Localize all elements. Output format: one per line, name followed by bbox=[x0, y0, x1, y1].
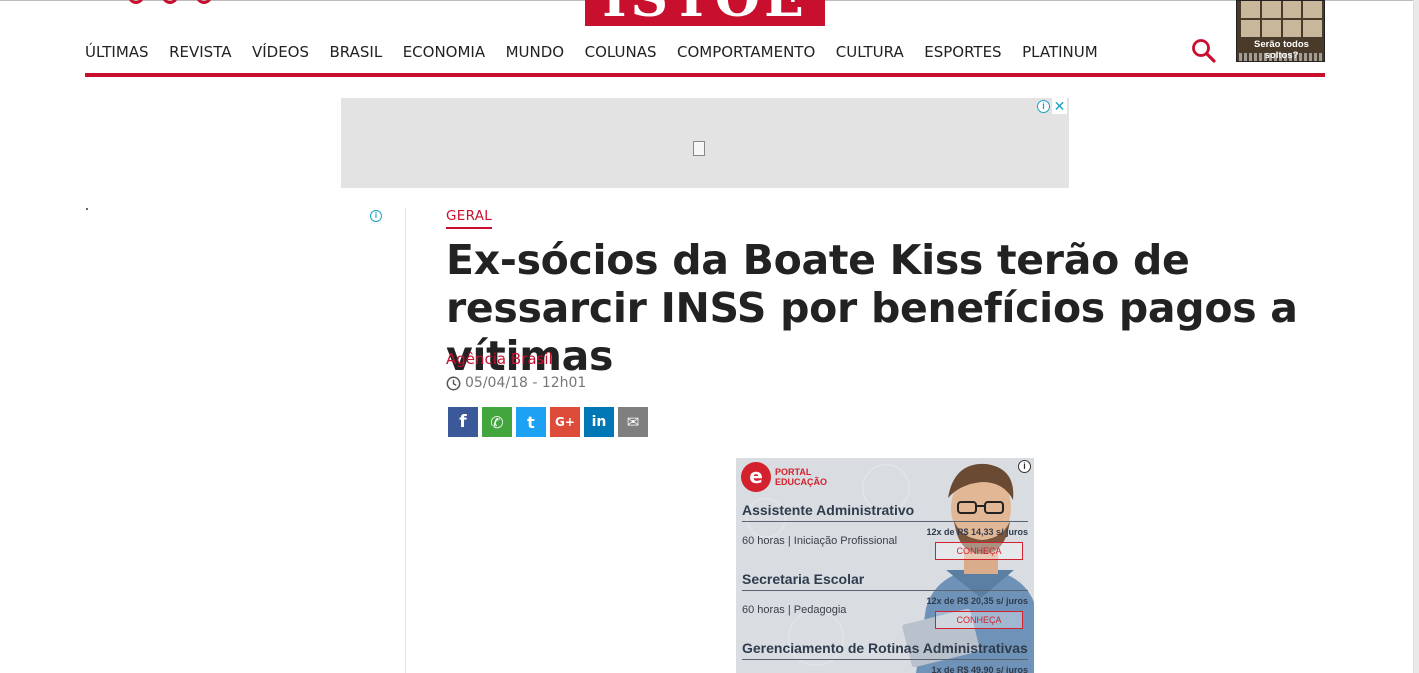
course-ad-info-icon[interactable]: i bbox=[1018, 460, 1031, 473]
article-date-text: 05/04/18 - 12h01 bbox=[465, 375, 587, 391]
search-button[interactable] bbox=[1190, 37, 1218, 65]
twitter-social-icon[interactable] bbox=[162, 0, 178, 4]
instagram-social-icon[interactable] bbox=[196, 0, 212, 4]
twitter-icon: t bbox=[527, 412, 535, 432]
social-links bbox=[128, 0, 212, 4]
email-icon: ✉ bbox=[626, 413, 640, 431]
sidebar-ad-info-icon[interactable]: i bbox=[370, 210, 382, 222]
course-title: Gerenciamento de Rotinas Administrativas bbox=[742, 640, 1028, 660]
top-banner-ad[interactable]: i ✕ bbox=[341, 98, 1069, 188]
article-headline: Ex-sócios da Boate Kiss terão de ressarc… bbox=[446, 236, 1298, 380]
facebook-social-icon[interactable] bbox=[128, 0, 144, 4]
portal-educacao-logo-text: PORTAL EDUCAÇÃO bbox=[775, 467, 828, 487]
site-logo-text: ISTOÉ bbox=[585, 0, 825, 26]
nav-item-cultura[interactable]: CULTURA bbox=[836, 40, 904, 64]
course-price: 1x de R$ 49,90 s/ juros bbox=[931, 665, 1028, 673]
course-meta: 60 horas | Iniciação Profissional bbox=[742, 535, 898, 547]
main-nav: ÚLTIMAS REVISTA VÍDEOS BRASIL ECONOMIA M… bbox=[85, 40, 1118, 64]
share-linkedin-button[interactable]: in bbox=[584, 407, 614, 437]
article-author[interactable]: Agência Brasil bbox=[446, 350, 553, 368]
course-meta: 60 horas | Pedagogia bbox=[742, 604, 847, 616]
course-title: Secretaria Escolar bbox=[742, 571, 1028, 591]
nav-item-economia[interactable]: ECONOMIA bbox=[403, 40, 485, 64]
googleplus-icon: G+ bbox=[555, 415, 575, 429]
article-date: 05/04/18 - 12h01 bbox=[446, 375, 586, 391]
facebook-icon: f bbox=[459, 412, 467, 432]
cover-subtext bbox=[1239, 53, 1324, 61]
clock-icon bbox=[446, 376, 461, 390]
nav-item-videos[interactable]: VÍDEOS bbox=[252, 40, 309, 64]
nav-item-colunas[interactable]: COLUNAS bbox=[585, 40, 657, 64]
course-price: 12x de R$ 14,33 s/ juros bbox=[926, 527, 1028, 537]
broken-image-icon bbox=[693, 141, 705, 156]
course-price: 12x de R$ 20,35 s/ juros bbox=[926, 596, 1028, 606]
course-conheca-button[interactable]: CONHEÇA bbox=[935, 542, 1023, 560]
cover-photo-grid bbox=[1241, 1, 1322, 37]
whatsapp-icon: ✆ bbox=[490, 412, 504, 432]
course-item[interactable]: Assistente Administrativo 60 horas | Ini… bbox=[742, 502, 1028, 560]
nav-item-revista[interactable]: REVISTA bbox=[169, 40, 231, 64]
nav-item-esportes[interactable]: ESPORTES bbox=[924, 40, 1001, 64]
nav-item-platinum[interactable]: PLATINUM bbox=[1022, 40, 1098, 64]
nav-item-mundo[interactable]: MUNDO bbox=[506, 40, 565, 64]
magazine-cover-thumbnail[interactable]: Serão todos soltos? bbox=[1236, 0, 1325, 62]
ad-close-icon[interactable]: ✕ bbox=[1052, 98, 1067, 114]
course-item[interactable]: Gerenciamento de Rotinas Administrativas… bbox=[742, 640, 1028, 673]
course-title: Assistente Administrativo bbox=[742, 502, 1028, 522]
linkedin-icon: in bbox=[591, 414, 607, 430]
nav-divider bbox=[85, 73, 1325, 77]
site-logo[interactable]: ISTOÉ bbox=[585, 0, 825, 26]
sidebar-ad-placeholder bbox=[86, 208, 88, 210]
portal-educacao-logo-mark: e bbox=[741, 462, 771, 492]
share-facebook-button[interactable]: f bbox=[448, 407, 478, 437]
course-ad[interactable]: e PORTAL EDUCAÇÃO i Assistente Administr… bbox=[736, 458, 1034, 673]
ad-info-icon[interactable]: i bbox=[1037, 100, 1050, 113]
nav-item-comportamento[interactable]: COMPORTAMENTO bbox=[677, 40, 815, 64]
share-email-button[interactable]: ✉ bbox=[618, 407, 648, 437]
article-section-tag[interactable]: GERAL bbox=[446, 208, 493, 229]
scrollbar[interactable] bbox=[1413, 0, 1419, 673]
nav-item-brasil[interactable]: BRASIL bbox=[330, 40, 383, 64]
share-whatsapp-button[interactable]: ✆ bbox=[482, 407, 512, 437]
course-conheca-button[interactable]: CONHEÇA bbox=[935, 611, 1023, 629]
share-bar: f ✆ t G+ in ✉ bbox=[448, 407, 648, 437]
nav-item-ultimas[interactable]: ÚLTIMAS bbox=[85, 40, 149, 64]
course-item[interactable]: Secretaria Escolar 60 horas | Pedagogia … bbox=[742, 571, 1028, 629]
search-icon bbox=[1192, 39, 1216, 63]
share-twitter-button[interactable]: t bbox=[516, 407, 546, 437]
share-googleplus-button[interactable]: G+ bbox=[550, 407, 580, 437]
column-divider bbox=[405, 208, 406, 673]
portal-educacao-logo: e PORTAL EDUCAÇÃO bbox=[741, 462, 828, 492]
